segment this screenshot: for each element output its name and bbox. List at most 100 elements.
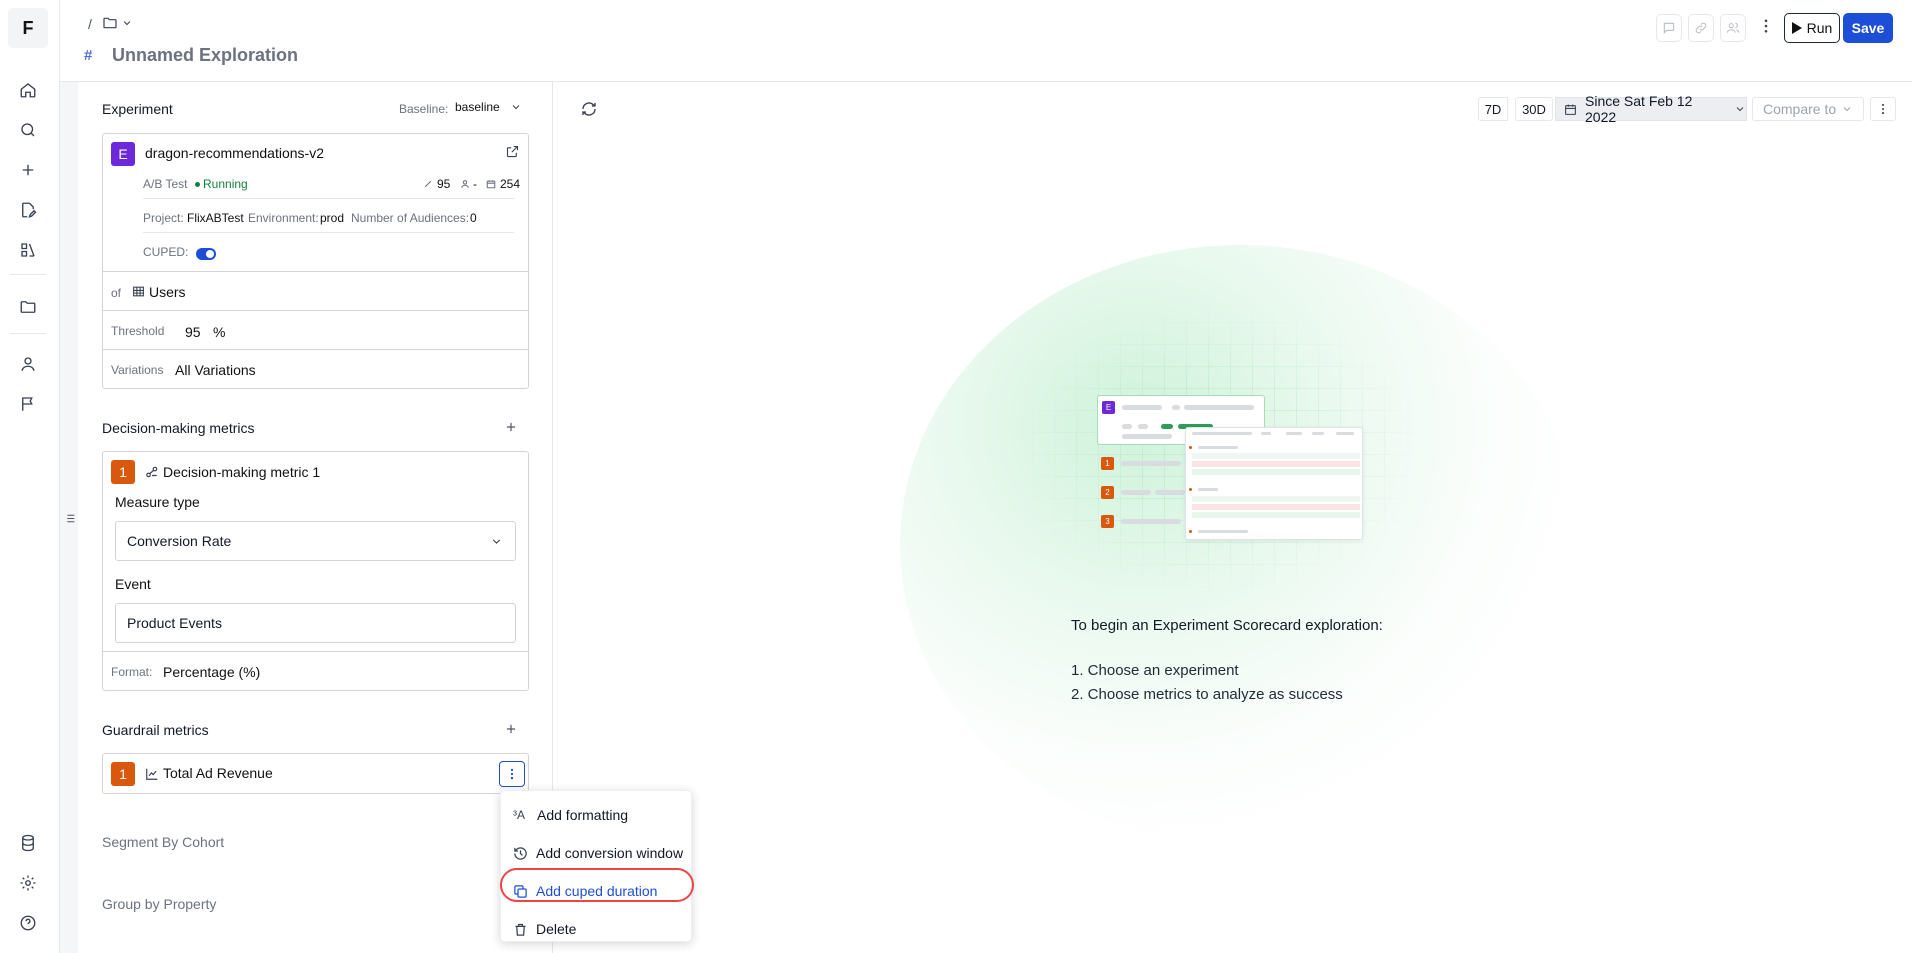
external-link-icon[interactable] [505,144,520,159]
event-select[interactable]: Product Events [115,603,516,643]
environment-value: prod [320,211,345,225]
skeleton-line [1155,490,1185,495]
format-value[interactable]: Percentage (%) [163,664,260,680]
skeleton-line [1336,432,1354,435]
variations-select[interactable]: All Variations [175,362,256,378]
plus-icon[interactable] [17,159,39,181]
divider [103,651,528,652]
significance-value: 95 [437,177,451,191]
folder-icon[interactable] [17,296,39,318]
measure-type-select[interactable]: Conversion Rate [115,521,516,561]
hash-icon: # [84,47,93,64]
menu-item-label: Add conversion window [536,845,684,861]
metric-context-menu: ³A Add formatting Add conversion window … [500,790,692,942]
chevron-down-icon [1841,103,1853,115]
cuped-toggle[interactable] [196,245,216,260]
skeleton-line [1261,432,1271,435]
preview-table-card [1185,427,1363,540]
link-button[interactable] [1688,14,1714,42]
threshold-input[interactable]: 95 [185,324,201,340]
share-button[interactable] [1720,14,1746,42]
status-badge: Running [203,177,248,191]
add-guardrail-metric-icon[interactable] [504,722,518,736]
folder-icon [102,15,118,31]
help-icon[interactable] [17,912,39,934]
menu-item-add-formatting[interactable]: ³A Add formatting [509,799,685,831]
group-by-property[interactable]: Group by Property [102,896,216,912]
entity-value[interactable]: Users [149,284,186,300]
save-button[interactable]: Save [1843,13,1893,43]
run-label: Run [1806,20,1833,36]
skeleton-row [1192,453,1360,459]
compare-to-select[interactable]: Compare to [1752,97,1864,121]
threshold-label: Threshold [111,324,165,338]
chevron-down-icon [510,101,522,113]
chevron-down-icon [1734,103,1746,115]
experiment-icon[interactable] [17,239,39,261]
table-icon [132,285,145,298]
experiment-name[interactable]: dragon-recommendations-v2 [145,145,324,161]
audience-icon [460,179,470,189]
menu-item-delete[interactable]: Delete [509,913,685,945]
add-decision-metric-icon[interactable] [504,420,518,434]
run-button[interactable]: Run [1784,13,1840,43]
list-toggle-icon[interactable] [63,512,76,525]
home-icon[interactable] [17,79,39,101]
experiment-card: E dragon-recommendations-v2 A/B Test Run… [102,133,529,389]
segment-by-cohort[interactable]: Segment By Cohort [102,834,224,850]
project-label: Project: [143,211,184,225]
skeleton-line [1312,432,1324,435]
empty-state-title: To begin an Experiment Scorecard explora… [1071,617,1383,634]
rail-divider [10,333,46,334]
chart-options-button[interactable] [1870,97,1896,121]
audience-value: - [473,177,477,191]
status-dot [195,182,200,187]
more-options-icon[interactable] [1757,17,1775,35]
skeleton-line [1198,446,1238,449]
skeleton-line [1286,432,1302,435]
refresh-icon[interactable] [580,100,598,118]
chevron-down-icon [121,17,133,29]
skeleton-row [1192,469,1360,475]
metric-options-button[interactable] [499,761,525,787]
edit-doc-icon[interactable] [17,199,39,221]
calendar-icon [486,179,496,189]
user-icon[interactable] [17,353,39,375]
app-logo[interactable]: F [8,8,48,48]
guardrail-metric-card: 1 Total Ad Revenue [102,753,529,794]
database-icon[interactable] [17,832,39,854]
chevron-down-icon [490,535,503,548]
divider [103,271,528,272]
environment-label: Environment: [248,211,319,225]
skeleton-dot [1189,530,1192,533]
baseline-select[interactable]: baseline [455,100,522,114]
percent-icon [423,179,433,189]
metric-badge: 1 [111,762,135,786]
metric-name[interactable]: Total Ad Revenue [163,765,273,781]
more-options-icon [1876,102,1890,116]
flag-icon[interactable] [17,393,39,415]
empty-state-step-2: 2. Choose metrics to analyze as success [1071,686,1343,703]
search-icon[interactable] [17,119,39,141]
page-title[interactable]: Unnamed Exploration [112,45,298,66]
days-value: 254 [500,177,521,191]
skeleton-line [1121,490,1151,495]
metric-name[interactable]: Decision-making metric 1 [163,464,320,480]
users-icon [1726,21,1740,35]
comment-button[interactable] [1656,14,1682,42]
breadcrumb-folder[interactable] [102,15,133,31]
format-label: Format: [111,665,153,679]
play-icon [1791,22,1802,34]
skeleton-line [1192,432,1252,435]
formatting-icon: ³A [513,808,525,822]
calendar-icon [1564,103,1577,116]
highlight-ring [500,868,694,902]
date-range-picker[interactable]: Since Sat Feb 12 2022 [1555,93,1747,125]
range-7d-button[interactable]: 7D [1478,97,1508,121]
menu-item-add-conversion-window[interactable]: Add conversion window [509,837,685,869]
skeleton-row [1192,496,1360,502]
range-30d-button[interactable]: 30D [1515,97,1553,121]
gear-icon[interactable] [17,872,39,894]
skeleton-line [1121,519,1181,524]
divider [143,232,514,233]
